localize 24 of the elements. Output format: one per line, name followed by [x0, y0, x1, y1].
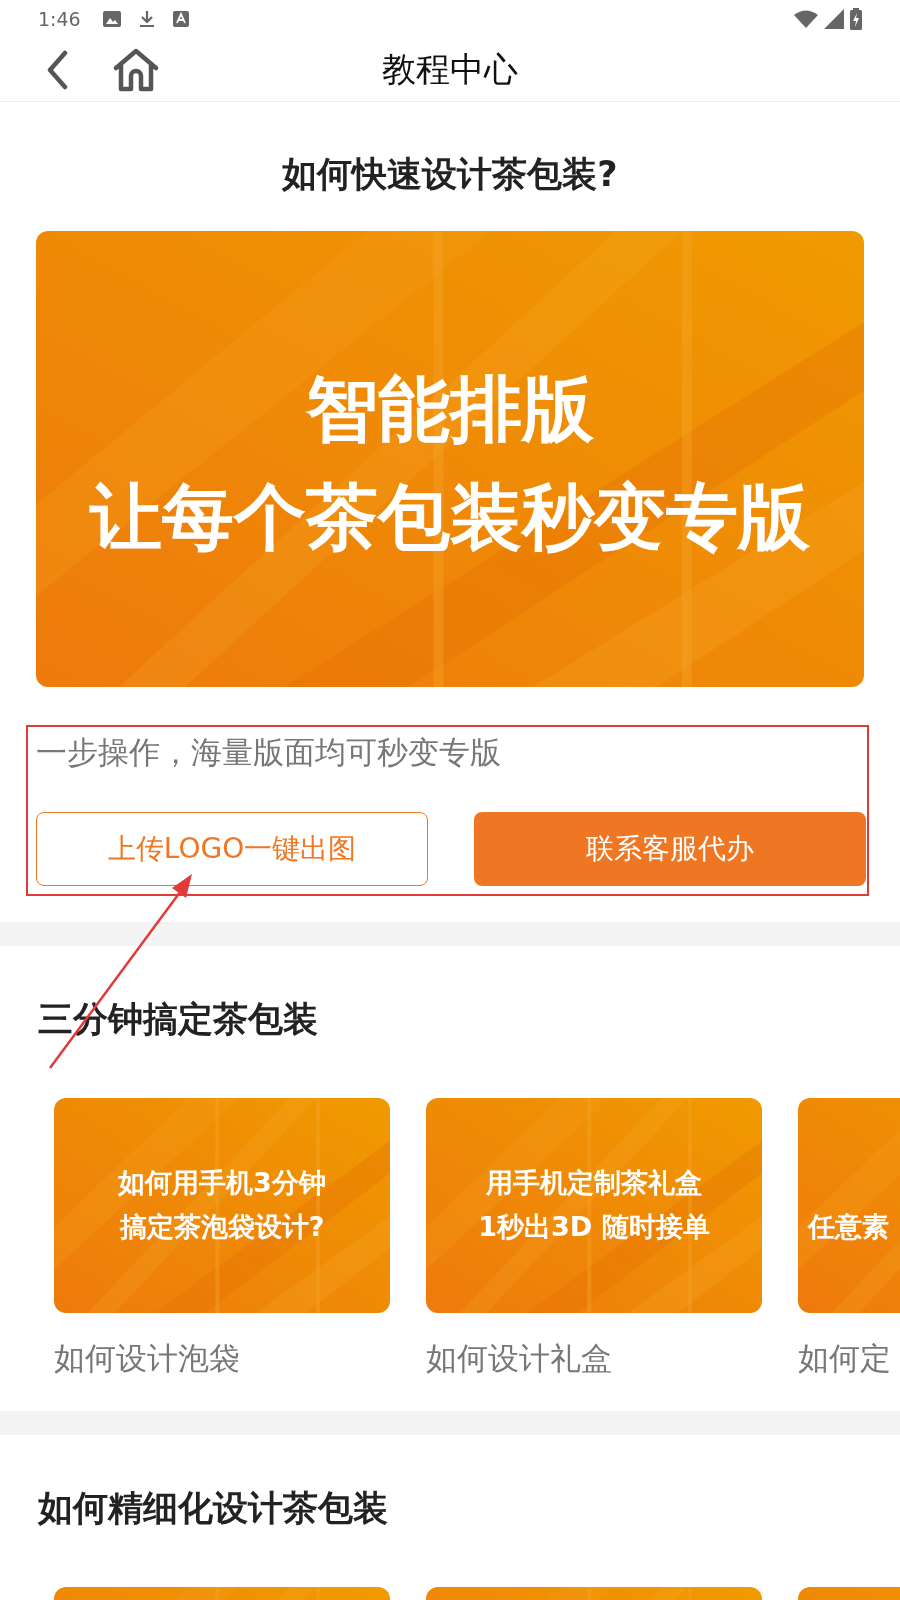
font-icon — [172, 11, 189, 27]
card-title: 如何用手机3分钟 — [118, 1166, 326, 1200]
caption-text: 一步操作，海量版面均可秒变专版 — [36, 732, 502, 772]
card-title: 1秒出3D 随时接单 — [478, 1210, 710, 1244]
card-title: 用手机定制茶礼盒 — [486, 1166, 702, 1200]
page-title: 教程中心 — [382, 48, 518, 91]
section-heading: 如何精细化设计茶包装 — [38, 1487, 389, 1530]
card-caption[interactable]: 如何设计礼盒 — [426, 1334, 762, 1381]
card-caption[interactable]: 如何设计泡袋 — [54, 1334, 390, 1381]
image-icon — [102, 11, 121, 27]
tutorial-title: 如何快速设计茶包装? — [282, 153, 618, 196]
wifi-icon — [794, 10, 818, 28]
banner[interactable]: 智能排版 让每个茶包装秒变专版 — [36, 230, 864, 687]
signal-icon — [824, 9, 844, 29]
card-title: 任意素 — [808, 1210, 889, 1244]
battery-icon — [850, 8, 862, 30]
upload-logo-button[interactable]: 上传LOGO一键出图 — [36, 811, 428, 886]
card-caption[interactable]: 如何定 — [798, 1334, 900, 1381]
download-icon — [138, 10, 155, 28]
status-time: 1:46 — [38, 6, 81, 32]
card-title: 搞定茶泡袋设计? — [119, 1210, 325, 1244]
banner-headline: 让每个茶包装秒变专版 — [90, 473, 810, 561]
contact-service-button[interactable]: 联系客服代办 — [474, 811, 866, 886]
banner-headline: 智能排版 — [306, 365, 594, 453]
